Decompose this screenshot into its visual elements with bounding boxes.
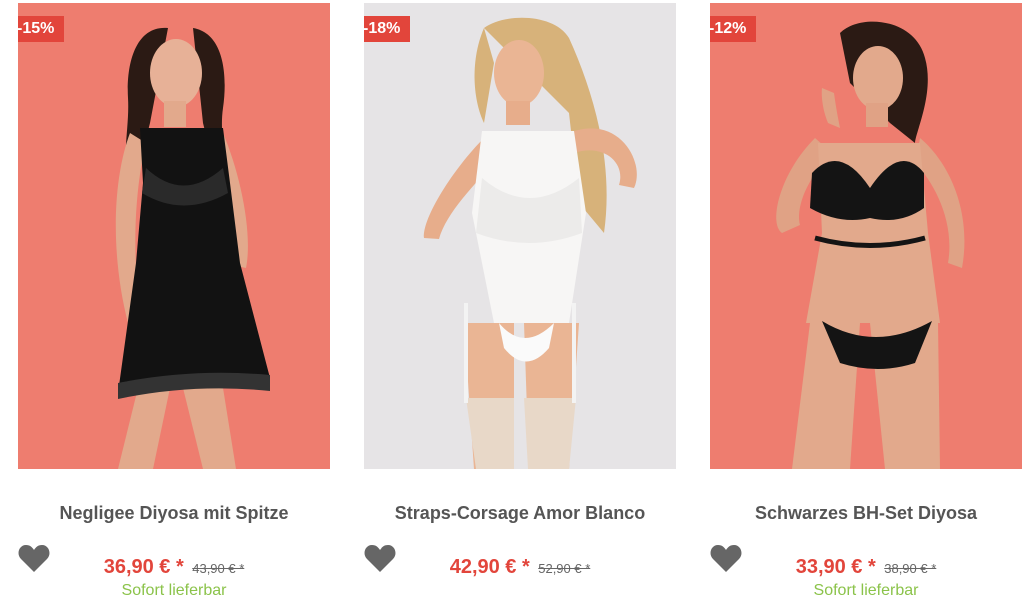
product-photo [423,17,637,469]
current-price: 42,90 € * [449,556,530,578]
current-price: 36,90 € * [103,556,184,578]
product-card[interactable]: -15% Negligee Diyosa mit Spitze 36,90 € … [18,0,330,601]
product-title[interactable]: Negligee Diyosa mit Spitze [8,503,340,524]
availability-status: Sofort lieferbar [813,582,919,599]
old-price: 38,90 € * [884,561,937,576]
product-photo [776,21,965,469]
discount-badge: -18% [364,16,411,42]
price-row: 33,90 € * 38,90 € * [710,556,1022,579]
product-card[interactable]: -18% Straps-Corsage Amor Blanco 42,90 € … [364,0,676,601]
old-price: 52,90 € * [538,561,591,576]
product-title[interactable]: Straps-Corsage Amor Blanco [354,503,686,524]
current-price: 33,90 € * [795,556,876,578]
product-title[interactable]: Schwarzes BH-Set Diyosa [700,503,1024,524]
product-image[interactable]: -15% [18,3,330,469]
product-card[interactable]: -12% Schwarzes BH-Set Diyosa 33,90 € * 3… [710,0,1022,601]
product-image[interactable]: -12% [710,3,1022,469]
product-photo [115,27,270,469]
old-price: 43,90 € * [192,561,245,576]
price-row: 42,90 € * 52,90 € * [364,556,676,579]
product-image[interactable]: -18% [364,3,676,469]
price-row: 36,90 € * 43,90 € * [18,556,330,579]
discount-badge: -12% [710,16,757,42]
discount-badge: -15% [18,16,65,42]
availability-status: Sofort lieferbar [121,582,227,599]
